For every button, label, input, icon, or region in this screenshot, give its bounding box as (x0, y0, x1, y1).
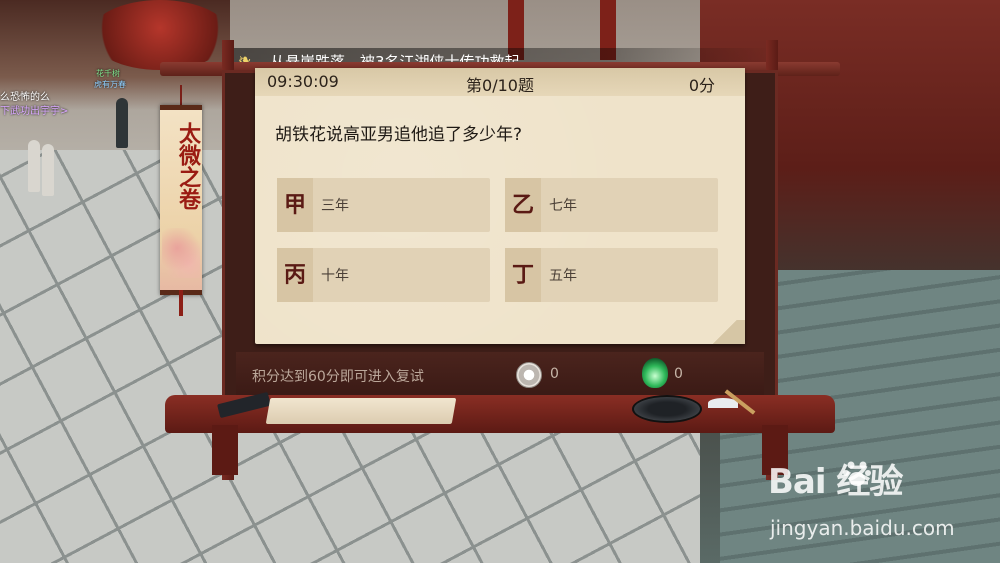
quiz-footer: 积分达到60分即可进入复试 0 0 (236, 352, 764, 398)
npc-subtitle-label: 下武功出宇宇> (0, 106, 69, 117)
question-number: 第0/10题 (466, 76, 534, 95)
option-text: 三年 (321, 198, 349, 214)
pass-requirement-hint: 积分达到60分即可进入复试 (252, 369, 424, 385)
npc-title-label: 虎有万春 (94, 80, 126, 89)
answer-option-jia[interactable]: 甲 三年 (277, 178, 490, 232)
npc-name-label: 花千树 (96, 69, 120, 78)
npc-name-label: 么恐怖的么 (0, 92, 50, 103)
answer-option-ding[interactable]: 丁 五年 (505, 248, 718, 302)
option-text: 五年 (549, 268, 577, 284)
paper-scroll-icon (265, 398, 457, 424)
quiz-title-banner: 太微之卷 (160, 105, 202, 295)
scroll-corner-curl (705, 320, 745, 344)
answer-option-yi[interactable]: 乙 七年 (505, 178, 718, 232)
npc-character[interactable] (116, 98, 128, 148)
option-glyph: 丁 (505, 248, 541, 302)
option-glyph: 乙 (505, 178, 541, 232)
coin-count: 0 (550, 366, 559, 382)
quiz-timer: 09:30:09 (267, 72, 339, 91)
answer-option-bing[interactable]: 丙 十年 (277, 248, 490, 302)
red-maple-tree (90, 0, 230, 70)
watermark-url: jingyan.baidu.com (770, 516, 955, 540)
desk-leg (212, 425, 238, 475)
inkstone-icon (632, 395, 702, 423)
jade-icon (642, 358, 668, 388)
flower-decoration (162, 228, 200, 278)
banner-cord (180, 85, 182, 105)
option-glyph: 甲 (277, 178, 313, 232)
jade-count: 0 (674, 366, 683, 382)
banner-tassel (179, 290, 183, 316)
quiz-score: 0分 (688, 76, 715, 95)
question-text: 胡铁花说高亚男追他追了多少年? (275, 125, 523, 145)
silver-coin-icon (516, 362, 542, 388)
npc-character[interactable] (28, 140, 40, 192)
npc-character[interactable] (42, 144, 54, 196)
quiz-scroll: 09:30:09 第0/10题 0分 胡铁花说高亚男追他追了多少年? 甲 三年 … (255, 68, 745, 344)
watermark-logo: Bai 经验 (768, 462, 903, 502)
option-text: 七年 (549, 198, 577, 214)
banner-title: 太微之卷 (175, 122, 201, 210)
option-text: 十年 (321, 268, 349, 284)
quiz-header: 09:30:09 第0/10题 0分 (255, 68, 745, 96)
option-glyph: 丙 (277, 248, 313, 302)
